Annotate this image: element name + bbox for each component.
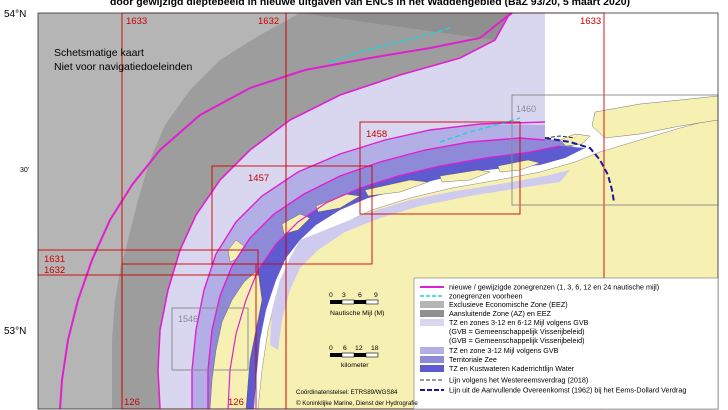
cell-label-126-right: 126 — [228, 397, 244, 408]
scale-km-unit: kilometer — [341, 362, 369, 369]
lat-label-30: 30' — [20, 167, 29, 174]
legend-swatch-az — [420, 310, 444, 317]
legend-az: Aansluitende Zone (AZ) en EEZ — [449, 309, 551, 318]
cell-label-1631: 1631 — [44, 254, 65, 265]
scale-nm-unit: Nautische Mijl (M) — [330, 310, 384, 317]
scale-nm-9: 9 — [374, 292, 378, 299]
map-title: door gewijzigd dieptebeeld in nieuwe uit… — [110, 0, 630, 8]
legend-swatch-gvb — [420, 319, 444, 326]
legend-new-zones: nieuwe / gewijzigde zonegrenzen (1, 3, 6… — [449, 283, 659, 292]
map-figure: door gewijzigd dieptebeeld in nieuwe uit… — [0, 0, 728, 410]
cell-label-1460: 1460 — [516, 104, 536, 114]
scale-nm-0: 0 — [329, 292, 333, 299]
cell-label-1458: 1458 — [366, 129, 387, 140]
sketch-note-line1: Schetsmatige kaart — [54, 47, 144, 59]
legend-gvb-note-1: (GVB = Gemeenschappelijk Visserijbeleid) — [449, 327, 585, 336]
scale-km-12: 12 — [355, 345, 363, 352]
legend-swatch-eez — [420, 301, 444, 308]
scale-bar-nautical — [330, 299, 379, 305]
cell-label-1633-right: 1633 — [580, 16, 601, 27]
legend-coastal: TZ en Kustwateren Kaderrichtlijn Water — [449, 364, 575, 373]
scale-nm-3: 3 — [342, 292, 346, 299]
scale-bar-km — [330, 352, 379, 358]
cell-label-1632-left: 1632 — [44, 265, 65, 276]
legend-eez: Exclusieve Economische Zone (EEZ) — [449, 300, 568, 309]
legend-tz-gvb: TZ en zones 3-12 en 6-12 Mijl volgens GV… — [449, 318, 589, 327]
copyright-credit: © Koninklijke Marine, Dienst der Hydrogr… — [296, 400, 418, 407]
scale-km-6: 6 — [343, 345, 347, 352]
lat-label-54n: 54°N — [4, 9, 26, 20]
legend-ems-dollard: Lijn uit de Aanvullende Overeenkomst (19… — [449, 386, 686, 395]
cell-label-1632: 1632 — [258, 16, 279, 27]
cell-label-126-left: 126 — [124, 397, 140, 408]
scale-km-0: 0 — [329, 345, 333, 352]
legend-westereems: Lijn volgens het Westereemsverdrag (2018… — [449, 376, 588, 385]
map-canvas: door gewijzigd dieptebeeld in nieuwe uit… — [4, 0, 719, 410]
sketch-note-line2: Niet voor navigatiedoeleinden — [54, 61, 193, 73]
legend-swatch-tz-3-12 — [420, 347, 444, 354]
legend-territorial: Territoriale Zee — [449, 355, 497, 364]
scale-nm-6: 6 — [358, 292, 362, 299]
legend-tz-3-12: TZ en zone 3-12 Mijl volgens GVB — [449, 346, 559, 355]
cell-label-1546: 1546 — [178, 314, 198, 324]
coordinate-system: Coördinatenstelsel: ETRS89/WGS84 — [296, 389, 398, 396]
cell-label-1457: 1457 — [248, 173, 269, 184]
legend-swatch-territorial — [420, 356, 444, 363]
legend-gvb-note-2: (GVB = Gemeenschappelijk Visserijbeleid) — [449, 336, 585, 345]
lat-label-53n: 53°N — [4, 326, 26, 337]
legend-swatch-coastal — [420, 365, 444, 372]
cell-label-1633-left: 1633 — [126, 16, 147, 27]
scale-km-18: 18 — [371, 345, 379, 352]
